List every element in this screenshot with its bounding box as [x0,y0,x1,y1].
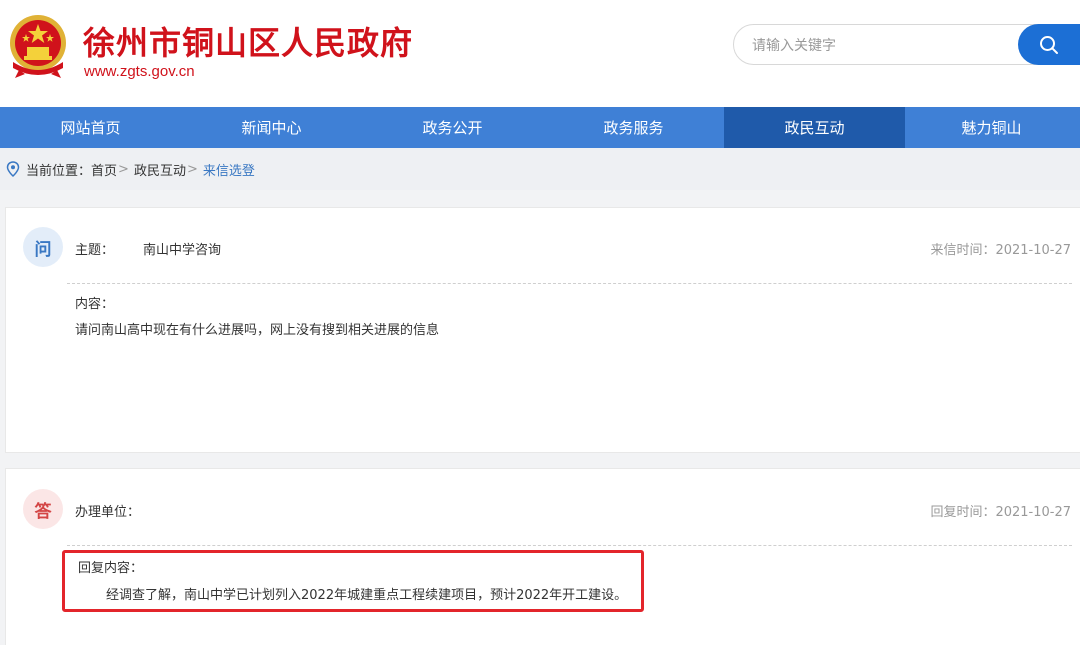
reply-time: 回复时间：2021-10-27 [930,505,1071,520]
location-pin-icon [6,161,20,177]
breadcrumb-current[interactable]: 来信选登 [203,160,255,179]
question-card: 问 主题： 南山中学咨询 来信时间：2021-10-27 内容： 请问南山高中现… [5,207,1080,453]
nav-item-news[interactable]: 新闻中心 [181,107,362,148]
subject-value: 南山中学咨询 [143,243,222,258]
question-badge: 问 [23,227,63,267]
search-button[interactable] [1018,24,1080,65]
reply-highlight-box: 回复内容： 经调查了解，南山中学已计划列入2022年城建重点工程续建项目，预计2… [62,550,644,612]
subject-label: 主题： [75,243,115,258]
answer-badge: 答 [23,489,63,529]
site-url[interactable]: www.zgts.gov.cn [84,63,195,80]
search-input[interactable] [752,36,1002,56]
nav-item-interaction[interactable]: 政民互动 [724,107,905,148]
question-content: 请问南山高中现在有什么进展吗，网上没有搜到相关进展的信息 [75,323,440,338]
national-emblem-icon [10,15,66,78]
nav-item-gov-affairs[interactable]: 政务公开 [362,107,543,148]
answer-card: 答 办理单位： 回复时间：2021-10-27 回复内容： 经调查了解，南山中学… [5,468,1080,645]
reply-content-label: 回复内容： [78,561,144,576]
site-title: 徐州市铜山区人民政府 [83,24,414,62]
nav-item-services[interactable]: 政务服务 [543,107,724,148]
breadcrumb-section[interactable]: 政民互动 [134,160,186,179]
unit-label: 办理单位： [75,505,141,520]
breadcrumb-home[interactable]: 首页 [91,160,117,179]
content-label: 内容： [75,297,115,312]
divider [67,283,1072,284]
page: 徐州市铜山区人民政府 www.zgts.gov.cn 网站首页 新闻中心 政务公… [0,0,1080,645]
breadcrumb-separator: > [118,161,129,177]
divider [67,545,1072,546]
reply-content: 经调查了解，南山中学已计划列入2022年城建重点工程续建项目，预计2022年开工… [106,588,628,603]
breadcrumb: 当前位置： 首页 > 政民互动 > 来信选登 [0,148,1080,190]
breadcrumb-separator: > [186,161,198,177]
nav-item-tongshan[interactable]: 魅力铜山 [905,107,1078,148]
nav-item-home[interactable]: 网站首页 [0,107,181,148]
main-nav: 网站首页 新闻中心 政务公开 政务服务 政民互动 魅力铜山 [0,107,1080,148]
breadcrumb-prefix: 当前位置： [26,163,92,179]
site-header: 徐州市铜山区人民政府 www.zgts.gov.cn [0,0,1080,107]
search-icon [1040,35,1058,54]
letter-time: 来信时间：2021-10-27 [930,243,1071,258]
